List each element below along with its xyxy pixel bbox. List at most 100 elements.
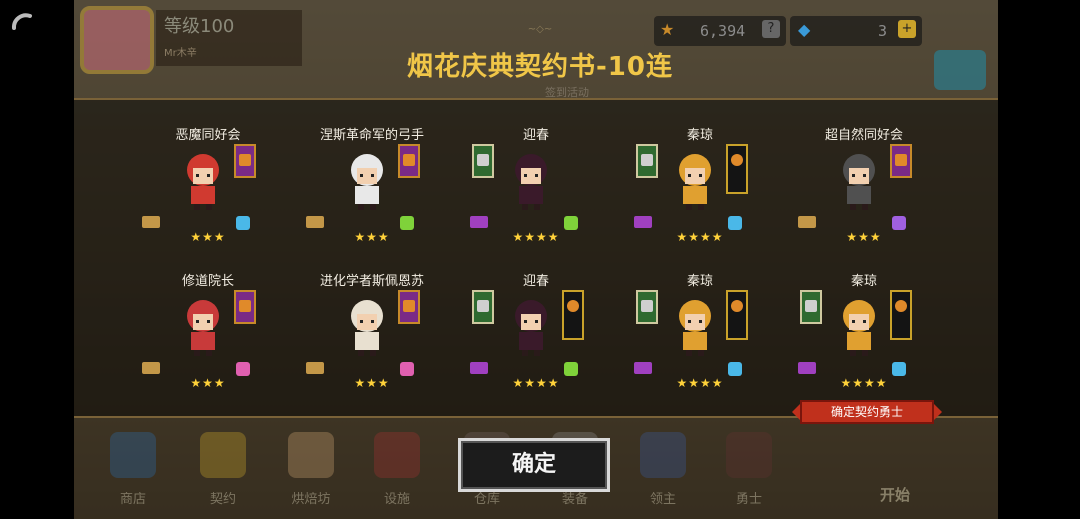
character-card[interactable]: 恶魔同好会 ★★★: [128, 124, 288, 264]
star-rating: ★★★★: [840, 376, 888, 390]
green-rank-banner-icon: [800, 290, 822, 324]
banner-emblem-icon: [731, 300, 743, 312]
character-card[interactable]: 涅斯革命军的弓手 ★★★: [292, 124, 452, 264]
character-card[interactable]: 迎春 ★★★★: [456, 124, 616, 264]
element-icon: [564, 362, 578, 376]
character-name: 涅斯革命军的弓手: [319, 128, 424, 143]
character-card[interactable]: 迎春 ★★★★: [456, 270, 616, 410]
class-scroll-icon: [470, 216, 488, 228]
star-rating: ★★★★: [512, 376, 560, 390]
character-sprite: [176, 294, 230, 358]
banner-emblem-icon: [641, 154, 653, 166]
banner-emblem-icon: [895, 300, 907, 312]
element-icon: [564, 216, 578, 230]
character-card[interactable]: 秦琼 ★★★★: [620, 124, 780, 264]
character-sprite: [832, 148, 886, 212]
dock-item-icon: [640, 432, 686, 478]
element-icon: [236, 362, 250, 376]
black-rank-banner-icon: [890, 290, 912, 340]
gem-value: 3: [878, 22, 888, 40]
character-name: 秦琼: [686, 128, 713, 143]
character-sprite: [504, 148, 558, 212]
banner-emblem-icon: [403, 154, 415, 166]
character-name: 进化学者斯佩恩苏: [319, 274, 424, 289]
character-card[interactable]: 进化学者斯佩恩苏 ★★★: [292, 270, 452, 410]
character-sprite: [504, 294, 558, 358]
purple-rank-banner-icon: [890, 144, 912, 178]
dock-item-label: 商店: [119, 492, 146, 507]
banner-emblem-icon: [477, 300, 489, 312]
character-sprite: [832, 294, 886, 358]
character-sprite: [340, 294, 394, 358]
character-card[interactable]: 超自然同好会 ★★★: [784, 124, 944, 264]
confirm-button[interactable]: 确定: [458, 438, 610, 492]
star-rating: ★★★★: [676, 376, 724, 390]
class-scroll-icon: [470, 362, 488, 374]
character-name: 秦琼: [850, 274, 877, 289]
title-ornament: ~◇~: [527, 24, 553, 35]
star-rating: ★★★: [190, 230, 226, 244]
dock-item-label: 领主: [649, 492, 676, 507]
green-rank-banner-icon: [636, 144, 658, 178]
banner-emblem-icon: [895, 154, 907, 166]
character-name: 迎春: [522, 274, 549, 289]
confirm-warriors-tag: 确定契约勇士: [792, 400, 942, 424]
character-sprite: [176, 148, 230, 212]
gem-add-button[interactable]: +: [898, 20, 916, 38]
element-icon: [236, 216, 250, 230]
green-rank-banner-icon: [472, 144, 494, 178]
purple-rank-banner-icon: [398, 144, 420, 178]
banner-emblem-icon: [403, 300, 415, 312]
gold-icon: ★: [660, 20, 675, 39]
character-name: 秦琼: [686, 274, 713, 289]
element-icon: [892, 216, 906, 230]
class-scroll-icon: [306, 362, 324, 374]
class-scroll-icon: [798, 362, 816, 374]
element-icon: [728, 216, 742, 230]
dock-item-label: 勇士: [735, 492, 762, 507]
banner-emblem-icon: [805, 300, 817, 312]
back-icon[interactable]: [8, 10, 36, 38]
class-scroll-icon: [634, 216, 652, 228]
banner-emblem-icon: [477, 154, 489, 166]
dock-item-icon: [200, 432, 246, 478]
star-rating: ★★★: [190, 376, 226, 390]
dock-item-label: 设施: [383, 492, 410, 507]
gem-icon: ◆: [798, 20, 811, 39]
black-rank-banner-icon: [726, 144, 748, 194]
dock-item-icon: [110, 432, 156, 478]
character-card[interactable]: 秦琼 ★★★★: [784, 270, 944, 410]
character-name: 超自然同好会: [824, 128, 903, 143]
star-rating: ★★★: [846, 230, 882, 244]
gold-help-button[interactable]: ?: [762, 20, 780, 38]
banner-emblem-icon: [567, 300, 579, 312]
green-rank-banner-icon: [636, 290, 658, 324]
purple-rank-banner-icon: [398, 290, 420, 324]
dock-item-icon: [288, 432, 334, 478]
black-rank-banner-icon: [726, 290, 748, 340]
class-scroll-icon: [798, 216, 816, 228]
black-rank-banner-icon: [562, 290, 584, 340]
gold-value: 6,394: [700, 22, 746, 40]
class-scroll-icon: [634, 362, 652, 374]
class-scroll-icon: [142, 216, 160, 228]
dialog-title: 烟花庆典契约书-10连: [407, 52, 673, 82]
dock-item-label: 契约: [209, 492, 236, 507]
banner-emblem-icon: [239, 300, 251, 312]
class-scroll-icon: [306, 216, 324, 228]
star-rating: ★★★: [354, 230, 390, 244]
star-rating: ★★★: [354, 376, 390, 390]
start-label: 开始: [880, 486, 911, 504]
class-scroll-icon: [142, 362, 160, 374]
element-icon: [400, 362, 414, 376]
character-card[interactable]: 秦琼 ★★★★: [620, 270, 780, 410]
star-rating: ★★★★: [676, 230, 724, 244]
character-name: 迎春: [522, 128, 549, 143]
character-card[interactable]: 修道院长 ★★★: [128, 270, 288, 410]
banner-emblem-icon: [239, 154, 251, 166]
character-sprite: [340, 148, 394, 212]
star-rating: ★★★★: [512, 230, 560, 244]
dock-item-label: 烘焙坊: [291, 492, 331, 507]
element-icon: [400, 216, 414, 230]
banner-emblem-icon: [731, 154, 743, 166]
